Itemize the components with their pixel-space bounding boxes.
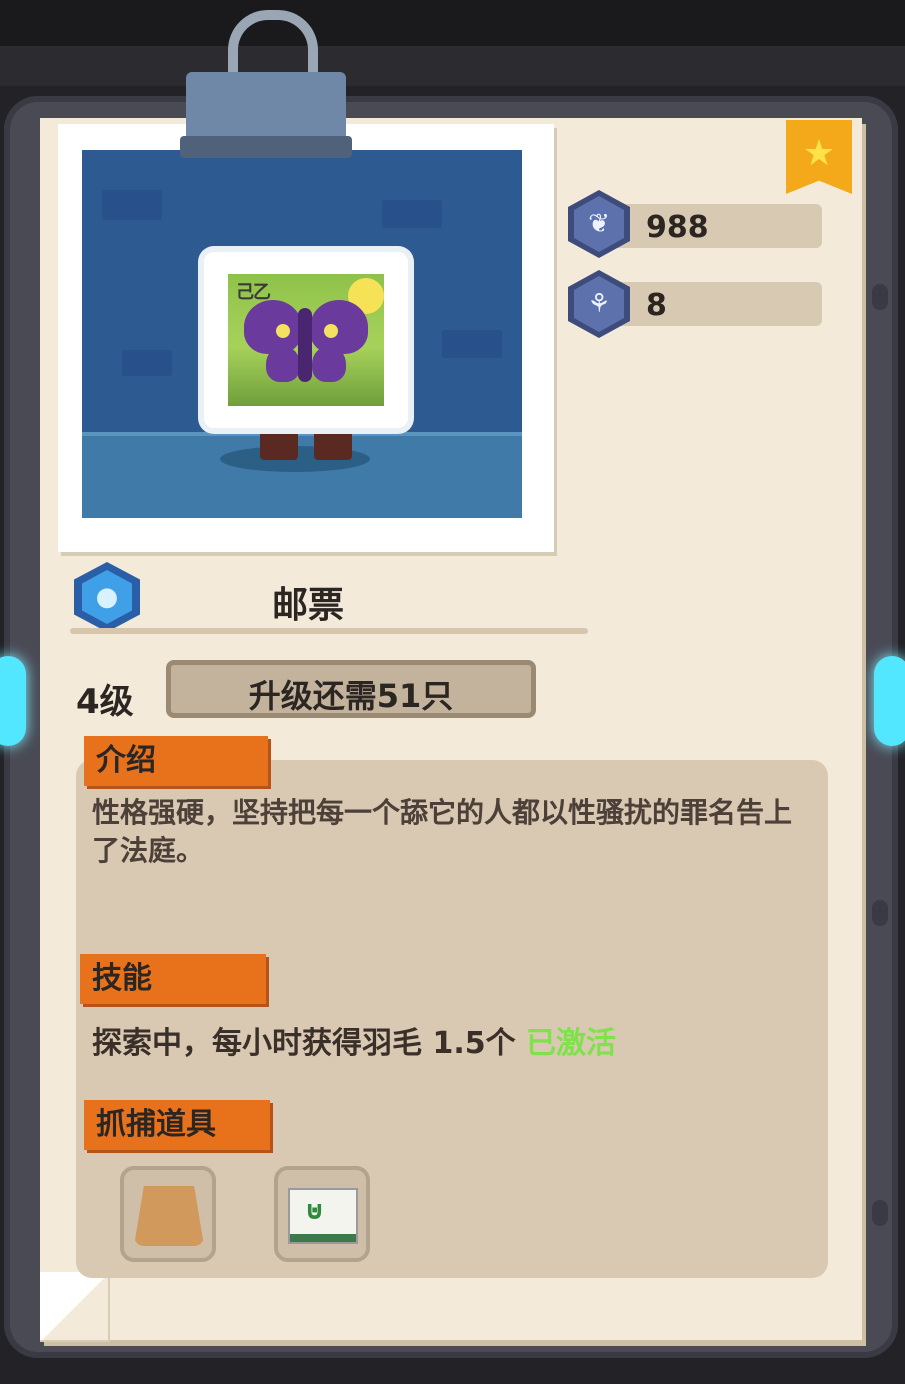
- previous-arrow[interactable]: [0, 656, 26, 746]
- top-bar: [0, 46, 905, 86]
- star-icon: ★: [802, 133, 836, 174]
- bag-icon: [134, 1186, 204, 1246]
- tools-header: 抓捕道具: [84, 1100, 270, 1150]
- upgrade-text: 升级还需51只: [248, 677, 454, 715]
- skill-status: 已激活: [526, 1026, 617, 1061]
- skill-text: 探索中，每小时获得羽毛 1.5个: [92, 1026, 516, 1061]
- pet-level: 4级: [76, 682, 134, 722]
- name-underline: [70, 628, 588, 634]
- top-status-strip: [0, 0, 905, 46]
- feather-stat: 988: [610, 204, 822, 248]
- next-arrow[interactable]: [874, 656, 905, 746]
- plant-stat: 8: [610, 282, 822, 326]
- feather-value: 988: [646, 210, 709, 245]
- intro-text: 性格强硬，坚持把每一个舔它的人都以性骚扰的罪名告上了法庭。: [92, 796, 793, 867]
- envelope-icon: ⊍: [288, 1188, 358, 1244]
- pet-photo: 己乙: [82, 150, 522, 518]
- side-notch: [872, 284, 888, 310]
- side-notch: [872, 1200, 888, 1226]
- stamp-character: 己乙: [204, 252, 408, 428]
- tool-slot-bag[interactable]: [120, 1166, 216, 1262]
- plant-value: 8: [646, 288, 667, 323]
- skill-header: 技能: [80, 954, 266, 1004]
- pet-name: 邮票: [272, 585, 345, 626]
- intro-header: 介绍: [84, 736, 268, 786]
- skill-line: 探索中，每小时获得羽毛 1.5个 已激活: [92, 1018, 616, 1062]
- upgrade-progress: 升级还需51只: [166, 660, 536, 718]
- tool-slot-envelope[interactable]: ⊍: [274, 1166, 370, 1262]
- paper-corner-fold: [40, 1272, 110, 1342]
- binder-clip-base: [180, 136, 352, 158]
- side-notch: [872, 900, 888, 926]
